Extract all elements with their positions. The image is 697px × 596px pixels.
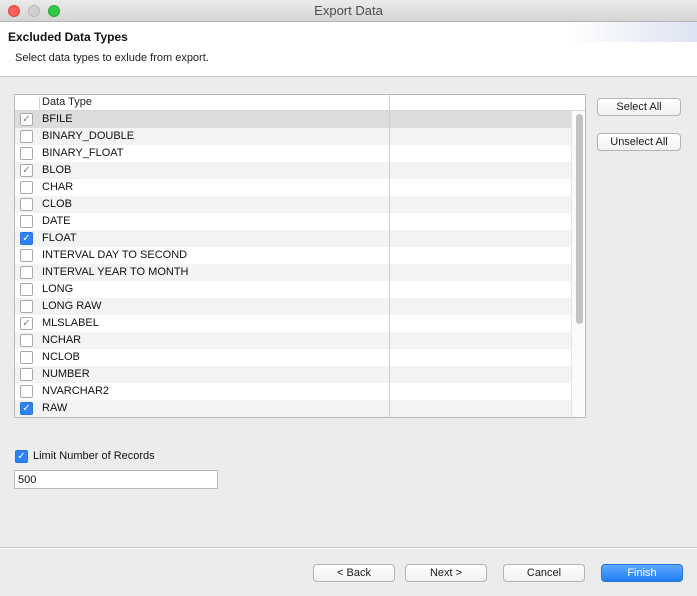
table-row[interactable]: NCHAR xyxy=(15,332,571,349)
window-title: Export Data xyxy=(314,3,383,18)
data-type-cell: INTERVAL DAY TO SECOND xyxy=(42,249,188,261)
checkmark-icon: ✓ xyxy=(22,318,31,329)
data-type-cell: CLOB xyxy=(42,198,72,210)
row-checkbox[interactable] xyxy=(20,147,33,160)
table-row[interactable]: DATE xyxy=(15,213,571,230)
checkmark-icon: ✓ xyxy=(22,233,31,244)
data-type-cell: LONG RAW xyxy=(42,300,102,312)
table-row[interactable]: INTERVAL YEAR TO MONTH xyxy=(15,264,571,281)
unselect-all-button[interactable]: Unselect All xyxy=(597,133,681,151)
table-body: ✓ BFILE BINARY_DOUBLE BINARY_FLOAT ✓ BLOB CHAR… xyxy=(15,111,571,417)
data-type-cell: MLSLABEL xyxy=(42,317,99,329)
row-checkbox[interactable]: ✓ xyxy=(20,317,33,330)
table-row[interactable]: LONG RAW xyxy=(15,298,571,315)
table-row[interactable]: BINARY_FLOAT xyxy=(15,145,571,162)
column-divider xyxy=(389,95,390,417)
scrollbar-thumb[interactable] xyxy=(576,114,583,324)
data-type-cell: CHAR xyxy=(42,181,74,193)
row-checkbox[interactable]: ✓ xyxy=(20,164,33,177)
header-divider xyxy=(39,97,40,109)
row-checkbox[interactable]: ✓ xyxy=(20,402,33,415)
table-header: Data Type xyxy=(15,95,585,111)
next-button[interactable]: Next > xyxy=(405,564,487,582)
title-bar: Export Data xyxy=(0,0,697,22)
data-type-cell: NCLOB xyxy=(42,351,80,363)
row-checkbox[interactable] xyxy=(20,249,33,262)
row-checkbox[interactable] xyxy=(20,283,33,296)
checkmark-icon: ✓ xyxy=(22,403,31,414)
row-checkbox[interactable] xyxy=(20,300,33,313)
vertical-scrollbar[interactable] xyxy=(571,111,585,417)
table-row[interactable]: LONG xyxy=(15,281,571,298)
limit-records-checkbox[interactable]: ✓ xyxy=(15,450,28,463)
limit-records-input[interactable] xyxy=(14,470,218,489)
row-checkbox[interactable] xyxy=(20,385,33,398)
checkmark-icon: ✓ xyxy=(22,114,31,125)
row-checkbox[interactable] xyxy=(20,368,33,381)
page-title: Excluded Data Types xyxy=(8,30,128,44)
footer-divider-highlight xyxy=(0,548,697,549)
table-row[interactable]: ✓ BFILE xyxy=(15,111,571,128)
row-checkbox[interactable] xyxy=(20,181,33,194)
header-gradient xyxy=(567,22,697,42)
table-row[interactable]: NUMBER xyxy=(15,366,571,383)
page-description: Select data types to exlude from export. xyxy=(15,52,209,64)
table-row[interactable]: ✓ BLOB xyxy=(15,162,571,179)
data-type-cell: BINARY_FLOAT xyxy=(42,147,124,159)
row-checkbox[interactable] xyxy=(20,334,33,347)
row-checkbox[interactable] xyxy=(20,215,33,228)
cancel-button[interactable]: Cancel xyxy=(503,564,585,582)
table-row[interactable]: NVARCHAR2 xyxy=(15,383,571,400)
data-type-cell: BFILE xyxy=(42,113,73,125)
column-header-data-type[interactable]: Data Type xyxy=(42,96,92,108)
table-row[interactable]: CLOB xyxy=(15,196,571,213)
data-type-cell: NUMBER xyxy=(42,368,90,380)
table-row[interactable]: BINARY_DOUBLE xyxy=(15,128,571,145)
table-row[interactable]: INTERVAL DAY TO SECOND xyxy=(15,247,571,264)
checkmark-icon: ✓ xyxy=(22,165,31,176)
table-row[interactable]: NCLOB xyxy=(15,349,571,366)
data-type-cell: BLOB xyxy=(42,164,72,176)
data-type-cell: RAW xyxy=(42,402,68,414)
data-type-cell: NVARCHAR2 xyxy=(42,385,110,397)
row-checkbox[interactable] xyxy=(20,266,33,279)
data-type-cell: NCHAR xyxy=(42,334,82,346)
table-row[interactable]: CHAR xyxy=(15,179,571,196)
data-type-cell: BINARY_DOUBLE xyxy=(42,130,135,142)
row-checkbox[interactable] xyxy=(20,130,33,143)
table-row[interactable]: ✓ MLSLABEL xyxy=(15,315,571,332)
row-checkbox[interactable] xyxy=(20,351,33,364)
data-type-cell: DATE xyxy=(42,215,71,227)
wizard-header: Excluded Data Types Select data types to… xyxy=(0,22,697,77)
data-type-cell: FLOAT xyxy=(42,232,77,244)
select-all-button[interactable]: Select All xyxy=(597,98,681,116)
limit-records-label: Limit Number of Records xyxy=(33,450,155,462)
row-checkbox[interactable]: ✓ xyxy=(20,232,33,245)
row-checkbox[interactable] xyxy=(20,198,33,211)
finish-button[interactable]: Finish xyxy=(601,564,683,582)
data-type-cell: LONG xyxy=(42,283,74,295)
row-checkbox[interactable]: ✓ xyxy=(20,113,33,126)
data-type-table[interactable]: Data Type ✓ BFILE BINARY_DOUBLE BINARY_FLOA… xyxy=(14,94,586,418)
data-type-cell: INTERVAL YEAR TO MONTH xyxy=(42,266,189,278)
table-row[interactable]: ✓ FLOAT xyxy=(15,230,571,247)
back-button[interactable]: < Back xyxy=(313,564,395,582)
table-row[interactable]: ✓ RAW xyxy=(15,400,571,417)
